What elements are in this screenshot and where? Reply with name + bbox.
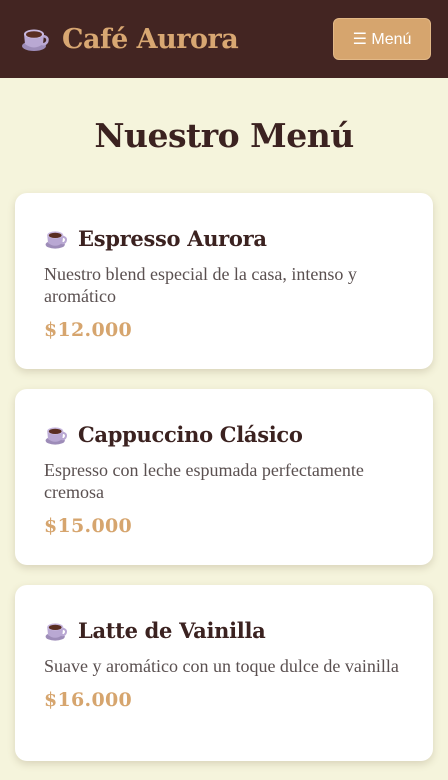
menu-item-header: Espresso Aurora	[44, 226, 405, 251]
menu-list: Espresso Aurora Nuestro blend especial d…	[0, 193, 448, 761]
coffee-cup-icon	[45, 230, 67, 249]
site-header: Café Aurora ☰ Menú	[0, 0, 448, 78]
menu-item-price: $15.000	[44, 515, 133, 537]
menu-item-price: $12.000	[44, 319, 133, 341]
menu-item-description: Espresso con leche espumada perfectament…	[44, 460, 364, 502]
menu-item-price: $16.000	[44, 689, 133, 711]
menu-item-name: Espresso Aurora	[78, 226, 267, 251]
coffee-cup-icon	[22, 29, 49, 51]
coffee-cup-icon	[45, 426, 67, 445]
menu-item-name: Cappuccino Clásico	[78, 422, 303, 447]
menu-item-description: Suave y aromático con un toque dulce de …	[44, 656, 399, 676]
menu-item-card: Latte de Vainilla Suave y aromático con …	[15, 585, 433, 761]
menu-item-header: Cappuccino Clásico	[44, 422, 405, 447]
brand[interactable]: Café Aurora	[20, 23, 239, 55]
menu-button[interactable]: ☰ Menú	[333, 18, 431, 60]
menu-item-card: Espresso Aurora Nuestro blend especial d…	[15, 193, 433, 369]
brand-name: Café Aurora	[62, 23, 239, 55]
page-title: Nuestro Menú	[94, 116, 354, 155]
menu-item-card: Cappuccino Clásico Espresso con leche es…	[15, 389, 433, 565]
menu-item-name: Latte de Vainilla	[78, 618, 266, 643]
menu-item-header: Latte de Vainilla	[44, 618, 405, 643]
coffee-cup-icon	[45, 622, 67, 641]
menu-item-description: Nuestro blend especial de la casa, inten…	[44, 264, 357, 306]
